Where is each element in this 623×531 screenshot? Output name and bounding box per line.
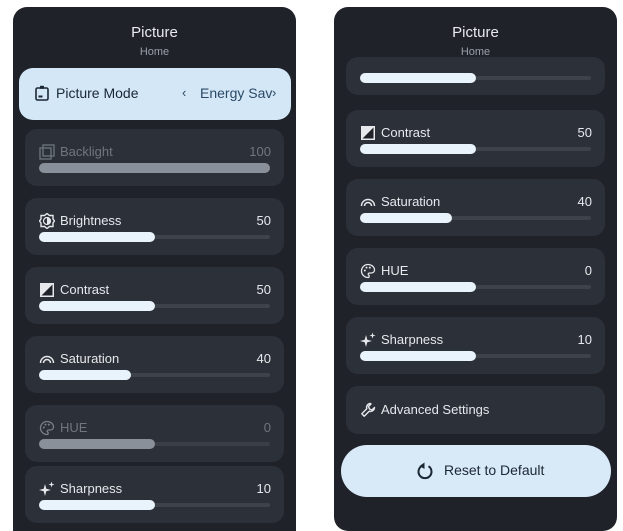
slider-fill [39,232,155,242]
setting-value: 10 [577,332,592,347]
slider-fill [360,213,453,223]
setting-label: Contrast [381,125,431,140]
setting-value: 50 [256,282,271,297]
chevron-left-icon[interactable]: ‹ [182,85,186,100]
reset-label: Reset to Default [444,462,545,478]
palette-icon [39,420,55,436]
setting-label: HUE [381,263,409,278]
setting-label: Saturation [381,194,441,209]
slider-fill [360,351,476,361]
hue-slider-card[interactable]: HUE 0 [25,405,284,462]
contrast-icon [361,126,376,141]
slider-track[interactable] [360,213,591,223]
setting-label: Saturation [60,351,120,366]
sharpness-slider-card[interactable]: Sharpness 10 [25,466,284,523]
setting-label: Backlight [60,144,113,159]
setting-label: HUE [60,420,88,435]
setting-value: 10 [256,481,271,496]
setting-label: Brightness [60,213,122,228]
slider-track[interactable] [39,439,270,449]
reset-to-default-button[interactable]: Reset to Default [341,445,611,497]
setting-value: 40 [577,194,592,209]
chevron-right-icon[interactable]: › [272,85,276,100]
advanced-settings-label: Advanced Settings [381,402,490,417]
slider-track[interactable] [39,301,270,311]
advanced-settings-button[interactable]: Advanced Settings [346,386,605,434]
setting-value: 50 [577,125,592,140]
panel-header: Picture Home [13,7,296,67]
picture-mode-icon [35,85,49,101]
slider-fill [39,163,270,173]
slider-fill [39,500,155,510]
setting-label: Contrast [60,282,110,297]
slider-track[interactable] [39,500,270,510]
picture-mode-selector[interactable]: Picture Mode ‹ Energy Sav › [19,68,291,120]
slider-fill [360,73,476,83]
picture-settings-panel-right: Picture Home Contrast 50 Saturation 40 H… [334,7,617,531]
saturation-slider-card[interactable]: Saturation 40 [346,179,605,236]
saturation-icon [360,198,376,207]
contrast-slider-card[interactable]: Contrast 50 [346,110,605,167]
palette-icon [360,263,376,279]
slider-track[interactable] [360,144,591,154]
hue-slider-card[interactable]: HUE 0 [346,248,605,305]
slider-track[interactable] [360,73,591,83]
saturation-icon [39,355,55,364]
backlight-slider-card[interactable]: Backlight 100 [25,129,284,186]
sharpness-slider-card[interactable]: Sharpness 10 [346,317,605,374]
brightness-slider-card[interactable]: Brightness 50 [25,198,284,255]
picture-mode-label: Picture Mode [56,85,139,101]
sparkle-icon [39,481,55,496]
page-title: Picture [452,24,499,41]
setting-value: 0 [584,263,592,278]
slider-track[interactable] [39,232,270,242]
picture-mode-value: Energy Sav [200,85,273,101]
reset-icon [417,462,433,480]
contrast-slider-card[interactable]: Contrast 50 [25,267,284,324]
picture-settings-panel-left: Picture Home Backlight 100 Brightness 50… [13,7,296,531]
setting-label: Sharpness [381,332,444,347]
slider-fill [360,282,476,292]
setting-label: Sharpness [60,481,123,496]
contrast-icon [40,283,55,298]
brightness-icon [39,213,55,229]
backlight-icon [39,144,55,160]
slider-fill [360,144,476,154]
wrench-icon [361,402,376,417]
setting-value: 40 [256,351,271,366]
slider-track[interactable] [39,163,270,173]
slider-track[interactable] [360,282,591,292]
saturation-slider-card[interactable]: Saturation 40 [25,336,284,393]
setting-value: 0 [263,420,271,435]
page-title: Picture [131,24,178,41]
setting-value: 100 [249,144,271,159]
slider-track[interactable] [360,351,591,361]
sparkle-icon [360,332,376,347]
slider-fill [39,301,155,311]
slider-fill [39,439,155,449]
slider-track[interactable] [39,370,270,380]
slider-fill [39,370,132,380]
setting-value: 50 [256,213,271,228]
breadcrumb: Home [139,46,170,58]
scrolled-slider-card[interactable] [346,57,605,95]
